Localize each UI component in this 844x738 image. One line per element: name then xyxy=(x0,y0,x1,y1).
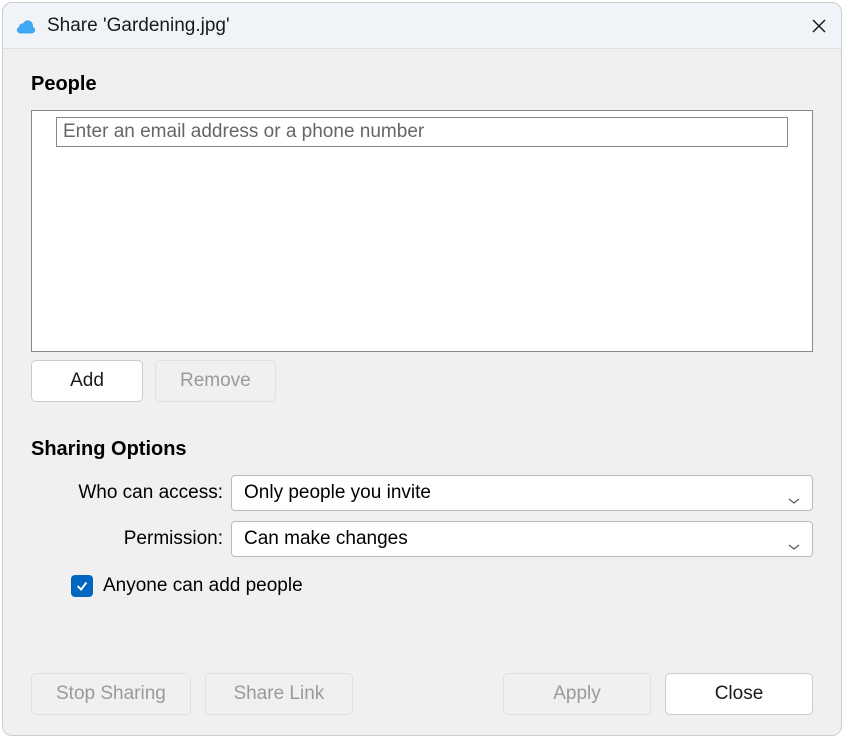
anyone-can-add-row: Anyone can add people xyxy=(71,575,813,597)
remove-button[interactable]: Remove xyxy=(155,360,276,402)
people-heading: People xyxy=(31,73,813,96)
who-can-access-value: Only people you invite xyxy=(244,482,431,504)
anyone-can-add-checkbox[interactable] xyxy=(71,575,93,597)
dialog-footer: Stop Sharing Share Link Apply Close xyxy=(31,651,813,715)
anyone-can-add-label: Anyone can add people xyxy=(103,575,303,597)
dialog-title: Share 'Gardening.jpg' xyxy=(47,15,809,37)
chevron-down-icon xyxy=(788,535,800,543)
permission-value: Can make changes xyxy=(244,528,408,550)
sharing-options: Sharing Options Who can access: Only peo… xyxy=(31,438,813,597)
who-can-access-select[interactable]: Only people you invite xyxy=(231,475,813,511)
permission-label: Permission: xyxy=(31,528,231,550)
people-button-row: Add Remove xyxy=(31,360,813,402)
who-can-access-row: Who can access: Only people you invite xyxy=(31,475,813,511)
chevron-down-icon xyxy=(788,489,800,497)
footer-spacer xyxy=(367,673,489,715)
permission-select[interactable]: Can make changes xyxy=(231,521,813,557)
share-link-button[interactable]: Share Link xyxy=(205,673,353,715)
icloud-icon xyxy=(15,18,37,34)
sharing-options-heading: Sharing Options xyxy=(31,438,813,461)
close-button[interactable]: Close xyxy=(665,673,813,715)
apply-button[interactable]: Apply xyxy=(503,673,651,715)
people-list[interactable] xyxy=(31,110,813,352)
email-input[interactable] xyxy=(56,117,788,147)
share-dialog: Share 'Gardening.jpg' People Add Remove … xyxy=(2,2,842,736)
stop-sharing-button[interactable]: Stop Sharing xyxy=(31,673,191,715)
add-button[interactable]: Add xyxy=(31,360,143,402)
dialog-content: People Add Remove Sharing Options Who ca… xyxy=(3,49,841,735)
titlebar: Share 'Gardening.jpg' xyxy=(3,3,841,49)
who-can-access-label: Who can access: xyxy=(31,482,231,504)
permission-row: Permission: Can make changes xyxy=(31,521,813,557)
close-icon[interactable] xyxy=(809,16,829,36)
